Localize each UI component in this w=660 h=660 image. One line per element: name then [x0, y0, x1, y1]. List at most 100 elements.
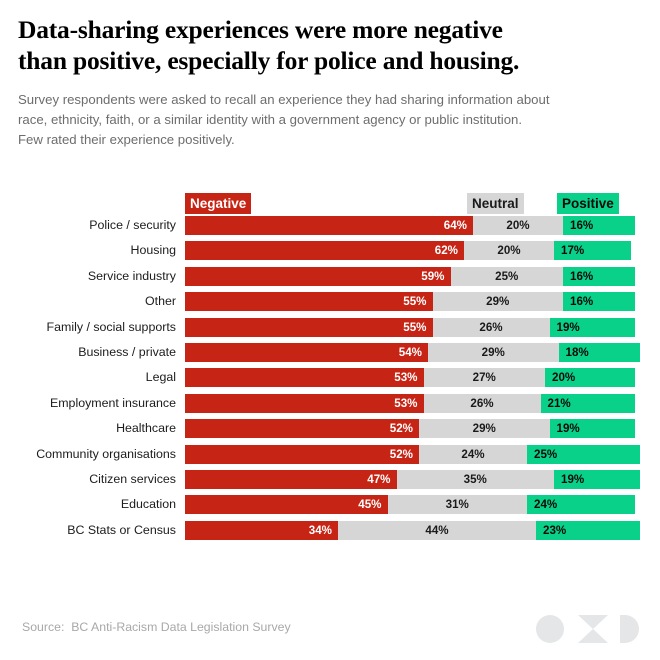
segment-neutral-value: 29%	[472, 422, 496, 436]
chart-row: Family / social supports 55% 26% 19%	[0, 317, 660, 337]
segment-neutral[interactable]: 24%	[419, 444, 527, 464]
segment-positive[interactable]: 24%	[527, 495, 635, 515]
row-label-6: Legal	[145, 370, 176, 385]
segment-positive-value: 20%	[552, 371, 576, 385]
source-note: Source: BC Anti-Racism Data Legislation …	[22, 620, 291, 634]
segment-neutral[interactable]: 35%	[396, 469, 554, 489]
chart-row: Housing 62% 20% 17%	[0, 241, 660, 261]
segment-negative[interactable]: 47%	[185, 469, 397, 489]
segment-negative[interactable]: 34%	[185, 520, 338, 540]
chart-plot-area: Police / security 64% 20% 16% Housing 62% 20% 1…	[0, 216, 660, 546]
segment-positive[interactable]: 16%	[563, 266, 635, 286]
row-label-7: Employment insurance	[49, 395, 176, 410]
row-label-5: Business / private	[78, 344, 176, 359]
segment-positive-value: 25%	[534, 447, 558, 461]
segment-neutral[interactable]: 20%	[473, 216, 563, 235]
segment-positive[interactable]: 16%	[563, 216, 635, 235]
segment-positive-value: 23%	[543, 523, 567, 537]
segment-neutral[interactable]: 31%	[387, 495, 527, 515]
segment-positive[interactable]: 17%	[554, 241, 631, 261]
bar-track: 34% 44% 23%	[185, 520, 640, 540]
segment-positive[interactable]: 23%	[536, 520, 640, 540]
segment-negative[interactable]: 52%	[185, 444, 419, 464]
segment-negative[interactable]: 53%	[185, 368, 424, 388]
chart-legend: Negative Neutral Positive	[0, 193, 660, 215]
segment-neutral[interactable]: 27%	[423, 368, 545, 388]
segment-negative[interactable]: 53%	[185, 393, 424, 413]
row-label-0: Police / security	[89, 218, 176, 232]
segment-positive[interactable]: 21%	[540, 393, 635, 413]
segment-negative[interactable]: 45%	[185, 495, 388, 515]
legend-item-positive[interactable]: Positive	[557, 193, 619, 214]
segment-negative[interactable]: 55%	[185, 292, 433, 312]
segment-positive-value: 19%	[556, 422, 580, 436]
segment-negative-value: 64%	[443, 219, 467, 232]
oxd-logo-icon	[536, 615, 639, 643]
segment-negative[interactable]: 55%	[185, 317, 433, 337]
segment-neutral-value: 29%	[486, 295, 510, 309]
segment-neutral-value: 20%	[497, 244, 521, 258]
segment-positive[interactable]: 16%	[563, 292, 635, 312]
segment-negative[interactable]: 54%	[185, 342, 428, 362]
segment-negative-value: 53%	[394, 371, 418, 385]
bar-track: 52% 24% 25%	[185, 444, 640, 464]
segment-positive[interactable]: 19%	[549, 419, 635, 439]
segment-positive[interactable]: 18%	[558, 342, 640, 362]
segment-neutral[interactable]: 26%	[423, 393, 541, 413]
segment-negative[interactable]: 52%	[185, 419, 419, 439]
segment-negative[interactable]: 64%	[185, 216, 473, 235]
segment-neutral[interactable]: 26%	[432, 317, 550, 337]
segment-neutral-value: 26%	[470, 396, 494, 410]
segment-negative-value: 47%	[367, 472, 391, 486]
bar-track: 59% 25% 16%	[185, 266, 635, 286]
segment-negative-value: 52%	[389, 422, 413, 436]
segment-positive-value: 18%	[565, 345, 589, 359]
oxd-logo	[536, 614, 640, 644]
segment-neutral[interactable]: 44%	[338, 520, 536, 540]
segment-neutral[interactable]: 29%	[428, 342, 559, 362]
segment-negative-value: 59%	[421, 269, 445, 283]
row-label-9: Community organisations	[36, 446, 176, 461]
segment-neutral-value: 44%	[425, 523, 449, 537]
segment-negative[interactable]: 62%	[185, 241, 464, 261]
legend-item-negative[interactable]: Negative	[185, 193, 252, 214]
segment-neutral-value: 26%	[479, 320, 503, 334]
bar-track: 53% 26% 21%	[185, 393, 635, 413]
row-label-10: Citizen services	[89, 471, 176, 486]
segment-positive[interactable]: 25%	[527, 444, 640, 464]
segment-negative-value: 52%	[389, 447, 413, 461]
segment-negative-value: 62%	[434, 244, 458, 258]
chart-footer: Source: BC Anti-Racism Data Legislation …	[0, 600, 660, 660]
bar-track: 45% 31% 24%	[185, 495, 635, 515]
row-label-1: Housing	[130, 243, 176, 258]
bar-track: 62% 20% 17%	[185, 241, 635, 261]
row-label-2: Service industry	[87, 268, 176, 283]
page-subtitle: Survey respondents were asked to recall …	[18, 92, 550, 147]
segment-neutral[interactable]: 29%	[419, 419, 550, 439]
chart-row: Community organisations 52% 24% 25%	[0, 444, 660, 464]
segment-neutral[interactable]: 25%	[450, 266, 563, 286]
segment-neutral-value: 20%	[506, 219, 530, 232]
chart-row: Legal 53% 27% 20%	[0, 368, 660, 388]
row-label-12: BC Stats or Census	[67, 522, 176, 537]
chart-row: BC Stats or Census 34% 44% 23%	[0, 520, 660, 540]
segment-neutral[interactable]: 29%	[432, 292, 563, 312]
chart-row: Employment insurance 53% 26% 21%	[0, 393, 660, 413]
segment-positive-value: 19%	[561, 472, 585, 486]
segment-neutral[interactable]: 20%	[464, 241, 554, 261]
segment-positive[interactable]: 20%	[545, 368, 635, 388]
segment-negative-value: 55%	[403, 320, 427, 334]
chart-row: Education 45% 31% 24%	[0, 495, 660, 515]
chart-row: Service industry 59% 25% 16%	[0, 266, 660, 286]
bar-track: 55% 26% 19%	[185, 317, 635, 337]
segment-negative-value: 54%	[398, 345, 422, 359]
segment-positive-value: 19%	[556, 320, 580, 334]
segment-neutral-value: 35%	[463, 472, 487, 486]
segment-positive[interactable]: 19%	[549, 317, 635, 337]
legend-item-neutral[interactable]: Neutral	[467, 193, 524, 214]
row-label-11: Education	[120, 497, 176, 512]
segment-positive[interactable]: 19%	[554, 469, 640, 489]
segment-negative[interactable]: 59%	[185, 266, 451, 286]
row-label-4: Family / social supports	[46, 319, 176, 334]
row-label-3: Other	[145, 294, 176, 309]
